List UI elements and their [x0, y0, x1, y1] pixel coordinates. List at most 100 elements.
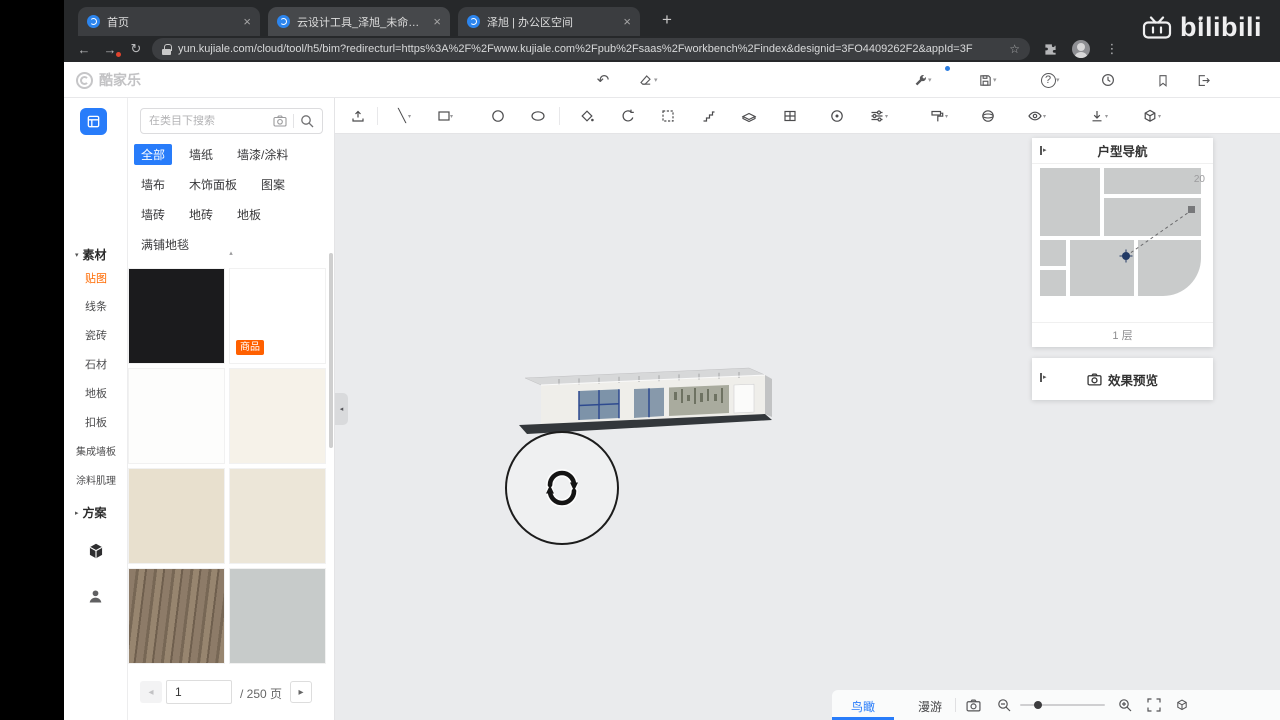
sphere-tool-button[interactable]: [975, 103, 1001, 129]
export-caret[interactable]: ▾: [1105, 113, 1108, 120]
category-pattern[interactable]: 图案: [254, 174, 292, 195]
swatch-cream-material[interactable]: [128, 468, 225, 564]
category-woodpanel[interactable]: 木饰面板: [182, 174, 244, 195]
fit-screen-button[interactable]: [1146, 697, 1162, 713]
browser-tab-office-space[interactable]: 泽旭 | 办公区空间 ×: [458, 7, 640, 36]
orbit-rotate-cursor[interactable]: [505, 431, 619, 545]
zoom-out-button[interactable]: [996, 697, 1012, 713]
address-bar[interactable]: yun.kujiale.com/cloud/tool/h5/bim?redire…: [152, 38, 1030, 60]
category-wallcloth[interactable]: 墙布: [134, 174, 172, 195]
section-material[interactable]: ▾ 素材: [75, 246, 107, 263]
swatch-white-material-2[interactable]: [128, 368, 225, 464]
search-icon[interactable]: [300, 114, 314, 128]
swatch-light-cream-material[interactable]: [229, 468, 326, 564]
material-library-button[interactable]: [80, 108, 107, 135]
floorplan-thumbnail[interactable]: 20: [1032, 164, 1213, 322]
exit-button[interactable]: [1192, 69, 1214, 91]
next-page-button[interactable]: ▸: [290, 681, 312, 703]
sidebar-item-diban[interactable]: 地板: [64, 385, 128, 401]
swatch-white-material[interactable]: 商品: [229, 268, 326, 364]
eraser-dropdown-caret[interactable]: ▾: [654, 76, 658, 84]
category-floortile[interactable]: 地砖: [182, 204, 220, 225]
paint-bucket-tool-button[interactable]: [574, 103, 600, 129]
sidebar-item-xiantiao[interactable]: 线条: [64, 298, 128, 314]
rotate-tool-button[interactable]: [615, 103, 641, 129]
tab-close-icon[interactable]: ×: [433, 15, 441, 28]
category-all[interactable]: 全部: [134, 144, 173, 165]
tab-roam[interactable]: 漫游: [918, 698, 942, 715]
browser-profile-avatar[interactable]: [1072, 40, 1090, 58]
sidebar-item-tietu[interactable]: 贴图: [64, 270, 128, 286]
search-input[interactable]: [149, 115, 267, 127]
browser-tab-home[interactable]: 首页 ×: [78, 7, 260, 36]
tools-dropdown-caret[interactable]: ▾: [928, 76, 932, 84]
search-box[interactable]: [140, 108, 323, 134]
rectangle-tool-caret[interactable]: ▾: [450, 113, 453, 120]
paint-roller-caret[interactable]: ▾: [945, 113, 948, 120]
help-dropdown-caret[interactable]: ▾: [1056, 76, 1060, 84]
section-plan[interactable]: ▸ 方案: [75, 504, 107, 521]
swatch-walnut-wood-material[interactable]: [128, 568, 225, 664]
adjust-tool-caret[interactable]: ▾: [885, 113, 888, 120]
collapse-categories-caret[interactable]: ▴: [128, 249, 334, 257]
tab-list-chevron-icon[interactable]: ▾: [1198, 15, 1203, 26]
swatch-grey-material[interactable]: [229, 568, 326, 664]
tab-close-icon[interactable]: ×: [243, 15, 251, 28]
history-button[interactable]: [1097, 69, 1119, 91]
snapshot-camera-button[interactable]: [965, 697, 981, 713]
back-button[interactable]: ←: [74, 39, 94, 59]
sidebar-item-jichengqiangban[interactable]: 集成墙板: [64, 443, 128, 458]
view-mode-caret[interactable]: ▾: [1158, 113, 1161, 120]
category-floor[interactable]: 地板: [230, 204, 268, 225]
panel-collapse-handle[interactable]: ◂: [335, 393, 348, 425]
prev-page-button[interactable]: ◂: [140, 681, 162, 703]
ellipse-tool-button[interactable]: [525, 103, 551, 129]
panel-scrollbar[interactable]: [329, 253, 333, 448]
sidebar-item-cizhuan[interactable]: 瓷砖: [64, 327, 128, 343]
line-tool-button[interactable]: ╲: [389, 103, 415, 129]
page-number-input[interactable]: [166, 680, 232, 704]
component-tool-button[interactable]: [824, 103, 850, 129]
category-paint[interactable]: 墙漆/涂料: [230, 144, 295, 165]
collapse-preview-button[interactable]: ▸: [1040, 373, 1047, 382]
render-preview-panel[interactable]: ▸ 效果预览: [1032, 358, 1213, 400]
account-button[interactable]: [87, 588, 104, 610]
sidebar-item-kouban[interactable]: 扣板: [64, 414, 128, 430]
zoom-slider-knob[interactable]: [1034, 701, 1042, 709]
camera-search-icon[interactable]: [273, 115, 287, 127]
circle-tool-button[interactable]: [485, 103, 511, 129]
rectangle-tool-button[interactable]: [431, 103, 457, 129]
swatch-ivory-material[interactable]: [229, 368, 326, 464]
save-button[interactable]: [1152, 69, 1174, 91]
undo-button[interactable]: ↶: [592, 69, 614, 91]
visibility-caret[interactable]: ▾: [1043, 113, 1046, 120]
line-tool-caret[interactable]: ▾: [408, 113, 411, 120]
floor-selector[interactable]: 1 层: [1032, 322, 1213, 347]
collapse-panel-button[interactable]: ▸: [1040, 146, 1047, 155]
zoom-slider-track[interactable]: [1020, 704, 1105, 706]
import-tool-button[interactable]: [345, 103, 371, 129]
tab-close-icon[interactable]: ×: [623, 15, 631, 28]
sidebar-item-shicai[interactable]: 石材: [64, 356, 128, 372]
sidebar-item-tuliaojili[interactable]: 涂料肌理: [64, 472, 128, 487]
paint-roller-icon: [931, 110, 944, 122]
extensions-puzzle-icon[interactable]: [1042, 41, 1058, 57]
new-tab-button[interactable]: +: [662, 11, 672, 28]
swatch-black-material[interactable]: [128, 268, 225, 364]
reload-button[interactable]: ↻: [126, 39, 146, 59]
eraser-button[interactable]: [634, 69, 656, 91]
perspective-button[interactable]: [1174, 697, 1190, 713]
enterprise-cube-button[interactable]: [87, 542, 105, 565]
bookmark-star-icon[interactable]: ☆: [1009, 42, 1020, 56]
zoom-in-button[interactable]: [1117, 697, 1133, 713]
category-walltile[interactable]: 墙砖: [134, 204, 172, 225]
tab-birdseye[interactable]: 鸟瞰: [851, 698, 875, 715]
browser-tab-design-tool[interactable]: 云设计工具_泽旭_未命名方案 ×: [268, 7, 450, 36]
publish-dropdown-caret[interactable]: ▾: [993, 76, 997, 84]
category-wallpaper[interactable]: 墙纸: [182, 144, 220, 165]
region-select-tool-button[interactable]: [655, 103, 681, 129]
platform-tool-button[interactable]: [736, 103, 762, 129]
browser-menu-icon[interactable]: ⋮: [1104, 41, 1120, 57]
opening-tool-button[interactable]: [777, 103, 803, 129]
stairs-tool-button[interactable]: [696, 103, 722, 129]
